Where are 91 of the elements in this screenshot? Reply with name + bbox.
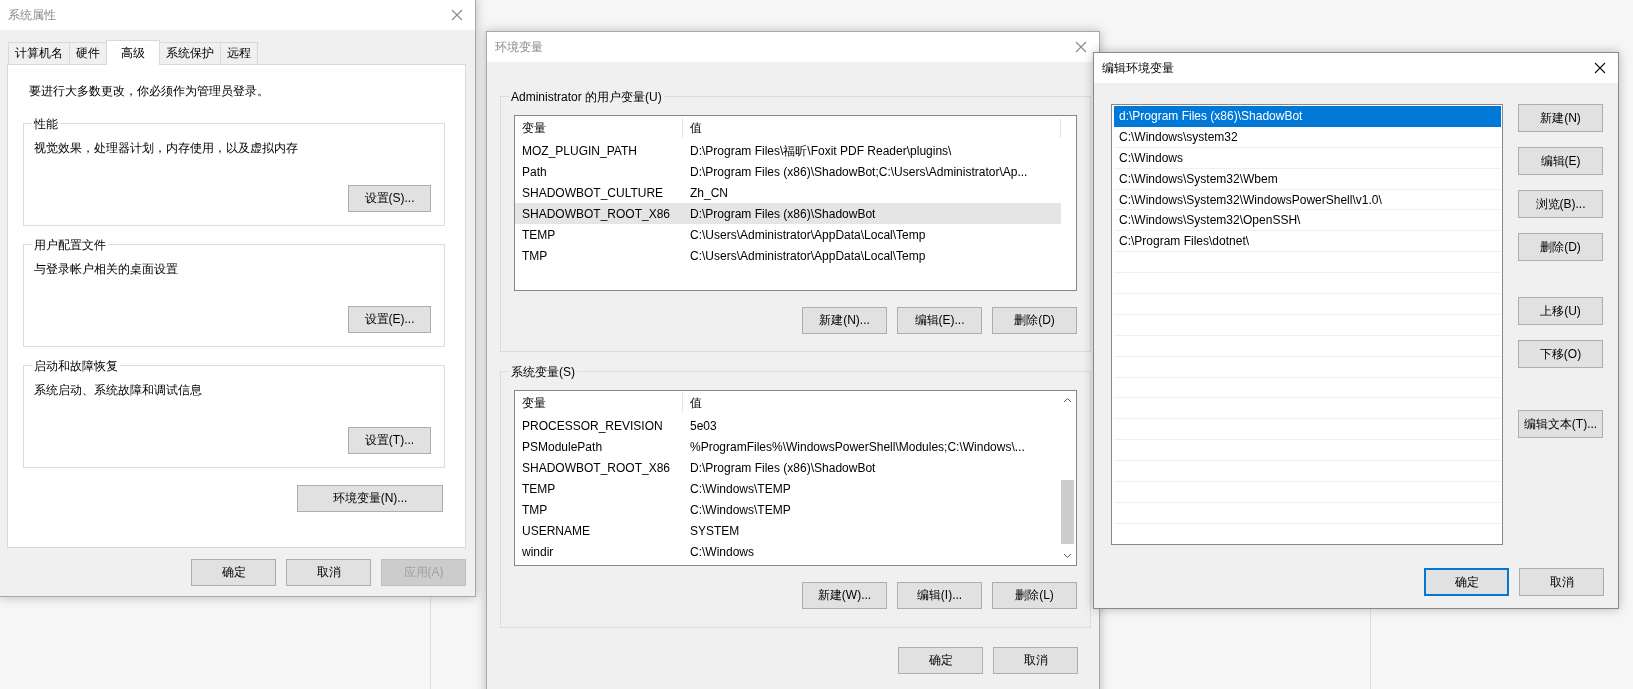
variable-value: D:\Program Files (x86)\ShadowBot	[689, 459, 877, 477]
dialog-button[interactable]: 上移(U)	[1518, 297, 1603, 325]
variable-value: Zh_CN	[689, 184, 729, 202]
variable-name: TEMP	[521, 480, 557, 498]
group-title: 性能	[32, 116, 60, 132]
variable-name: PSModulePath	[521, 438, 604, 456]
variable-name: SHADOWBOT_ROOT_X86	[521, 459, 672, 477]
dialog-button[interactable]: 删除(D)	[992, 307, 1077, 334]
dialog-button[interactable]: 编辑(I)...	[897, 582, 982, 609]
variable-name: SHADOWBOT_ROOT_X86	[521, 205, 672, 223]
variable-row[interactable]: TMP C:\Users\Administrator\AppData\Local\Temp	[515, 245, 1061, 266]
environment-variables-button[interactable]: 环境变量(N)...	[297, 485, 443, 512]
group-description: 视觉效果，处理器计划，内存使用，以及虚拟内存	[34, 140, 299, 157]
path-entry[interactable]: C:\Program Files\dotnet\	[1114, 231, 1501, 253]
variable-name: windir	[521, 543, 555, 561]
variable-name: SHADOWBOT_CULTURE	[521, 184, 665, 202]
dialog-button[interactable]: 确定	[898, 647, 983, 674]
scrollbar-thumb[interactable]	[1061, 480, 1074, 544]
variable-row[interactable]: Path D:\Program Files (x86)\ShadowBot;C:\Users\Administrator\Ap...	[515, 161, 1061, 182]
dialog-button[interactable]: 编辑(E)	[1518, 147, 1603, 175]
variable-name: USERNAME	[521, 522, 591, 540]
variable-name: TEMP	[521, 226, 557, 244]
dialog-button[interactable]: 浏览(B)...	[1518, 190, 1603, 218]
group-title: Administrator 的用户变量(U)	[509, 89, 664, 105]
variable-row[interactable]: TEMP C:\Users\Administrator\AppData\Local\Temp	[515, 224, 1061, 245]
variable-row[interactable]: PSModulePath %ProgramFiles%\WindowsPowerShell\Modules;C:\Windows\...	[515, 436, 1061, 457]
group-title: 用户配置文件	[32, 237, 108, 253]
variable-name: TMP	[521, 501, 549, 519]
variable-value: C:\Windows	[689, 543, 755, 561]
tab[interactable]: 远程	[220, 42, 258, 64]
variable-row[interactable]: SHADOWBOT_CULTURE Zh_CN	[515, 182, 1061, 203]
dialog-button[interactable]: 新建(W)...	[802, 582, 887, 609]
variable-row[interactable]: SHADOWBOT_ROOT_X86 D:\Program Files (x86)\ShadowBot	[515, 457, 1061, 478]
variable-value: C:\Users\Administrator\AppData\Local\Temp	[689, 226, 927, 244]
window-title: 编辑环境变量	[1102, 59, 1174, 77]
dialog-button[interactable]: 编辑(E)...	[897, 307, 982, 334]
path-entry[interactable]: C:\Windows\system32	[1114, 126, 1501, 148]
settings-button[interactable]: 设置(S)...	[348, 185, 431, 212]
window-title: 环境变量	[495, 38, 543, 56]
column-header[interactable]: 变量	[515, 118, 683, 138]
scroll-up-icon[interactable]	[1063, 397, 1072, 403]
group-title: 系统变量(S)	[509, 364, 577, 380]
dialog-button[interactable]: 取消	[1519, 568, 1604, 596]
variable-value: %ProgramFiles%\WindowsPowerShell\Modules;C:\Windows\...	[689, 438, 1026, 456]
variable-value: 5e03	[689, 417, 718, 435]
column-header[interactable]: 值	[683, 118, 1061, 138]
close-icon[interactable]	[1594, 62, 1606, 74]
variable-row[interactable]: USERNAME SYSTEM	[515, 520, 1061, 541]
path-entry[interactable]: C:\Windows\System32\OpenSSH\	[1114, 210, 1501, 232]
group-description: 系统启动、系统故障和调试信息	[34, 382, 203, 399]
dialog-button[interactable]: 下移(O)	[1518, 340, 1603, 368]
group-description: 与登录帐户相关的桌面设置	[34, 261, 179, 278]
variable-value: D:\Program Files (x86)\ShadowBot	[689, 205, 877, 223]
variable-value: SYSTEM	[689, 522, 741, 540]
dialog-button[interactable]: 新建(N)	[1518, 104, 1603, 132]
variable-name: PROCESSOR_REVISION	[521, 417, 664, 435]
column-header[interactable]: 变量	[515, 393, 683, 413]
dialog-button[interactable]: 确定	[191, 559, 276, 586]
path-entry[interactable]: d:\Program Files (x86)\ShadowBot	[1114, 106, 1501, 127]
variable-row[interactable]: TEMP C:\Windows\TEMP	[515, 478, 1061, 499]
variable-value: C:\Windows\TEMP	[689, 501, 792, 519]
group-title: 启动和故障恢复	[32, 358, 120, 374]
scroll-down-icon[interactable]	[1063, 553, 1072, 559]
variable-name: MOZ_PLUGIN_PATH	[521, 142, 638, 160]
dialog-button[interactable]: 新建(N)...	[802, 307, 887, 334]
tab[interactable]: 计算机名	[8, 42, 70, 64]
variable-value: C:\Windows\TEMP	[689, 480, 792, 498]
variable-row[interactable]: MOZ_PLUGIN_PATH D:\Program Files\福昕\Foxit PDF Reader\plugins\	[515, 140, 1061, 161]
variable-name: Path	[521, 163, 548, 181]
variable-row[interactable]: TMP C:\Windows\TEMP	[515, 499, 1061, 520]
dialog-button[interactable]: 取消	[286, 559, 371, 586]
dialog-button[interactable]: 删除(D)	[1518, 233, 1603, 261]
window-title: 系统属性	[8, 6, 56, 24]
settings-button[interactable]: 设置(E)...	[348, 306, 431, 333]
variable-value: D:\Program Files\福昕\Foxit PDF Reader\plugins\	[689, 142, 953, 160]
notice-text: 要进行大多数更改，你必须作为管理员登录。	[29, 83, 270, 99]
dialog-button[interactable]: 删除(L)	[992, 582, 1077, 609]
variable-row[interactable]: SHADOWBOT_ROOT_X86 D:\Program Files (x86)\ShadowBot	[515, 203, 1061, 224]
dialog-button[interactable]: 取消	[993, 647, 1078, 674]
variable-row[interactable]: PROCESSOR_REVISION 5e03	[515, 415, 1061, 436]
path-entry[interactable]: C:\Windows	[1114, 147, 1501, 169]
settings-button[interactable]: 设置(T)...	[348, 427, 431, 454]
tab[interactable]: 高级	[106, 40, 160, 65]
variable-name: TMP	[521, 247, 549, 265]
path-entry[interactable]: C:\Windows\System32\Wbem	[1114, 168, 1501, 190]
dialog-button[interactable]: 确定	[1424, 568, 1509, 596]
variable-row[interactable]: windir C:\Windows	[515, 541, 1061, 562]
dialog-button[interactable]: 编辑文本(T)...	[1518, 410, 1603, 438]
variable-value: C:\Users\Administrator\AppData\Local\Temp	[689, 247, 927, 265]
path-entry[interactable]: C:\Windows\System32\WindowsPowerShell\v1.0\	[1114, 189, 1501, 211]
variable-value: D:\Program Files (x86)\ShadowBot;C:\Users\Administrator\Ap...	[689, 163, 1029, 181]
